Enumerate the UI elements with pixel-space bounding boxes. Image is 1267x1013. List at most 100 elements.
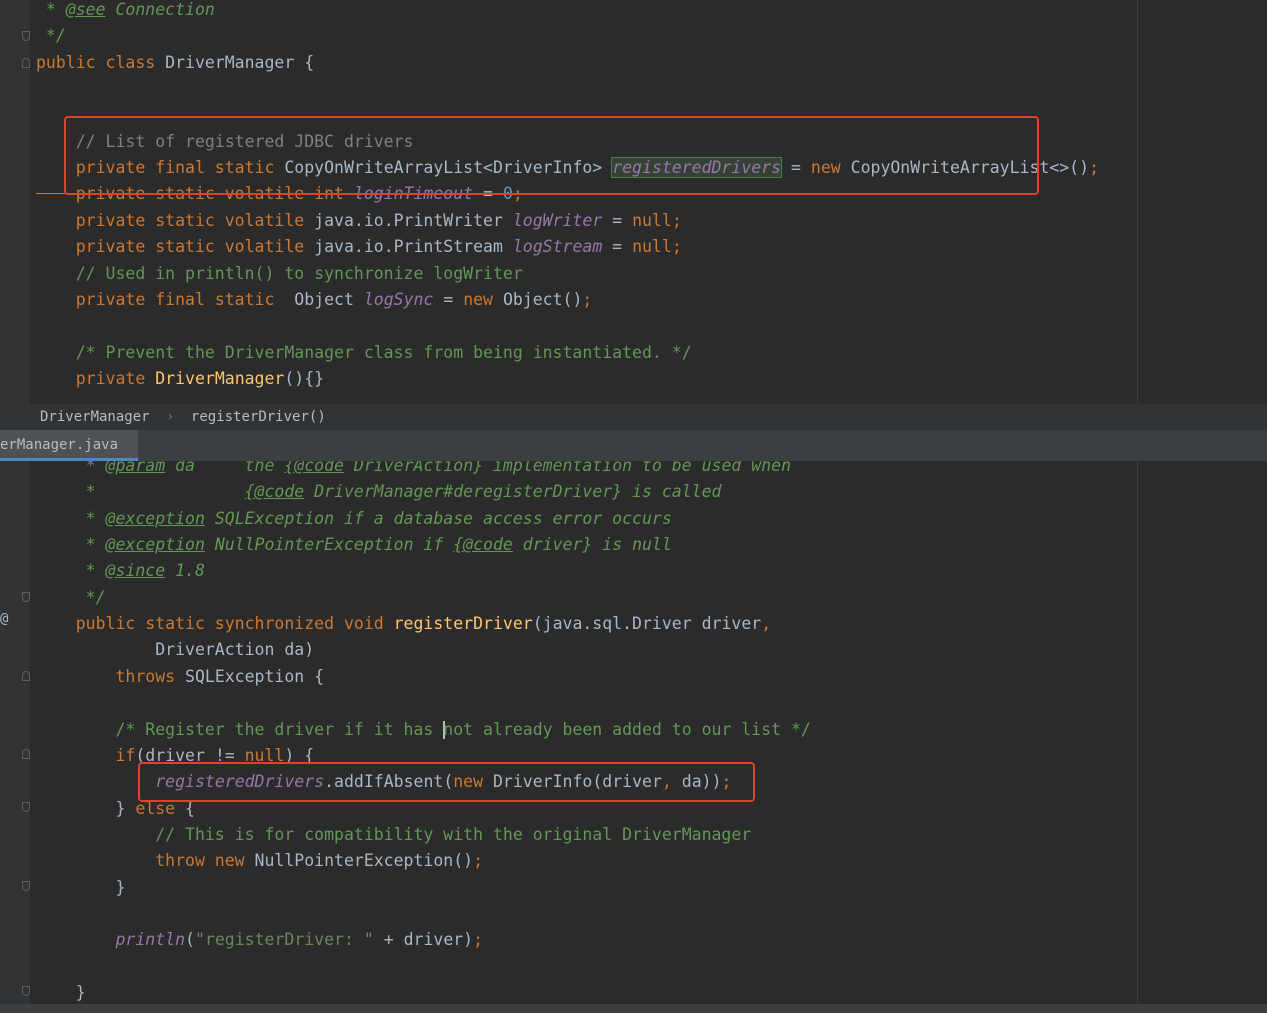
code-line[interactable]: /* Prevent the DriverManager class from …	[36, 340, 692, 366]
code-token: ;	[582, 289, 593, 309]
code-token: null	[632, 237, 672, 257]
code-line[interactable]: // Used in println() to synchronize logW…	[36, 261, 523, 287]
code-token: }	[36, 877, 126, 897]
code-line[interactable]: private static volatile java.io.PrintWri…	[36, 208, 682, 234]
code-token: }	[36, 798, 136, 818]
code-token: private static volatile	[36, 237, 315, 257]
fold-toggle-icon[interactable]	[22, 802, 30, 812]
code-token: *	[36, 461, 106, 475]
code-token: ;	[1089, 158, 1099, 178]
code-token: java.io.PrintStream	[314, 237, 513, 257]
code-line[interactable]: * @since 1.8	[36, 558, 205, 584]
code-line[interactable]: * @see Connection	[36, 0, 215, 23]
code-token: {	[185, 798, 195, 818]
code-token: DriverManager	[155, 368, 285, 388]
code-line[interactable]: // List of registered JDBC drivers	[36, 129, 414, 155]
code-token: ;	[671, 210, 682, 230]
code-line[interactable]: println("registerDriver: " + driver);	[36, 927, 483, 953]
code-line[interactable]: private static volatile int loginTimeout…	[36, 181, 523, 207]
code-token: loginTimeout	[353, 184, 474, 204]
override-marker-icon[interactable]: @	[0, 611, 8, 627]
fold-toggle-icon[interactable]	[22, 31, 30, 41]
code-token: private	[36, 368, 156, 388]
breadcrumb-separator: ›	[166, 409, 175, 425]
code-token: Connection	[105, 0, 215, 19]
code-token: new	[810, 158, 851, 178]
code-line[interactable]: }	[36, 875, 125, 901]
code-token: null	[244, 745, 285, 765]
bottom-editor-pane[interactable]: * @param da the {@code DriverAction} imp…	[0, 461, 1267, 1004]
code-token: DriverManager#deregisterDriver} is calle…	[304, 482, 722, 502]
code-token: =	[781, 158, 811, 178]
breadcrumb-method[interactable]: registerDriver()	[191, 409, 326, 425]
code-token: SQLException {	[185, 666, 325, 686]
code-token: @since	[105, 561, 166, 581]
code-line[interactable]: // This is for compatibility with the or…	[36, 822, 751, 848]
tab-label: erManager.java	[0, 437, 119, 453]
code-token: java.io.PrintWriter	[314, 210, 513, 230]
code-token: ,	[661, 772, 682, 792]
code-token: driver} is null	[512, 535, 672, 555]
code-line[interactable]: private static volatile java.io.PrintStr…	[36, 234, 682, 260]
code-token: (	[185, 930, 195, 950]
code-line[interactable]: * @param da the {@code DriverAction} imp…	[36, 461, 791, 479]
code-token: public static synchronized void	[36, 614, 394, 634]
code-line[interactable]: * @exception NullPointerException if {@c…	[36, 532, 672, 558]
code-line[interactable]: * @exception SQLException if a database …	[36, 506, 672, 532]
code-line[interactable]: } else {	[36, 796, 195, 822]
code-token: */	[36, 26, 66, 46]
code-token: null	[632, 210, 672, 230]
right-margin-guide	[1137, 0, 1138, 404]
code-token: new	[453, 772, 493, 792]
breadcrumb: DriverManager › registerDriver()	[0, 404, 1267, 430]
code-token: else	[135, 798, 186, 818]
code-token: not already been added to our list */	[443, 719, 811, 739]
fold-toggle-icon[interactable]	[22, 592, 30, 602]
code-token: {@code	[284, 461, 344, 475]
code-token: .addIfAbsent(	[324, 772, 454, 792]
code-line[interactable]: }	[36, 980, 86, 1004]
code-token: {@code	[244, 482, 305, 502]
breadcrumb-class[interactable]: DriverManager	[40, 409, 150, 425]
code-token: ;	[721, 772, 732, 792]
fold-toggle-icon[interactable]	[22, 671, 30, 681]
code-token: da the	[165, 461, 285, 475]
code-token: *	[36, 508, 106, 528]
code-token: @exception	[105, 508, 205, 528]
tab-drivermanager-java[interactable]: erManager.java ×	[0, 430, 138, 461]
code-token: *	[36, 0, 66, 19]
code-token: {@code	[453, 535, 513, 555]
code-token: ;	[473, 851, 484, 871]
code-token: new	[463, 289, 503, 309]
code-token: private final static	[36, 158, 285, 178]
fold-toggle-icon[interactable]	[22, 986, 30, 996]
code-line[interactable]: registeredDrivers.addIfAbsent(new Driver…	[36, 769, 731, 795]
code-line[interactable]: throws SQLException {	[36, 664, 324, 690]
fold-toggle-icon[interactable]	[22, 58, 30, 68]
code-line[interactable]: * {@code DriverManager#deregisterDriver}…	[36, 479, 722, 505]
fold-toggle-icon[interactable]	[22, 749, 30, 759]
fold-toggle-icon[interactable]	[22, 881, 30, 891]
code-token: @param	[105, 461, 166, 475]
code-line[interactable]: private final static CopyOnWriteArrayLis…	[36, 155, 1099, 181]
code-line[interactable]: throw new NullPointerException();	[36, 848, 483, 874]
code-token: *	[36, 535, 106, 555]
top-editor-pane[interactable]: * @see Connection */ public class DriverM…	[0, 0, 1267, 404]
code-line[interactable]: */	[36, 23, 66, 49]
code-line[interactable]: public class DriverManager {	[36, 50, 314, 76]
code-line[interactable]: /* Register the driver if it has not alr…	[36, 717, 811, 743]
code-line[interactable]: if(driver != null) {	[36, 743, 314, 769]
code-line[interactable]: */	[36, 585, 106, 611]
code-line[interactable]: public static synchronized void register…	[36, 611, 771, 637]
code-token: =	[602, 237, 633, 257]
code-line[interactable]: private final static Object logSync = ne…	[36, 287, 593, 313]
code-token: 0	[502, 184, 513, 204]
code-token: /* Prevent the DriverManager class from …	[36, 342, 692, 362]
code-token: throws	[36, 666, 186, 686]
code-line[interactable]: private DriverManager(){}	[36, 366, 324, 392]
code-token: *	[36, 482, 245, 502]
code-token: CopyOnWriteArrayList<DriverInfo>	[284, 158, 613, 178]
code-line[interactable]: DriverAction da)	[36, 637, 314, 663]
code-token: NullPointerException if	[204, 535, 454, 555]
code-token: */	[36, 587, 106, 607]
